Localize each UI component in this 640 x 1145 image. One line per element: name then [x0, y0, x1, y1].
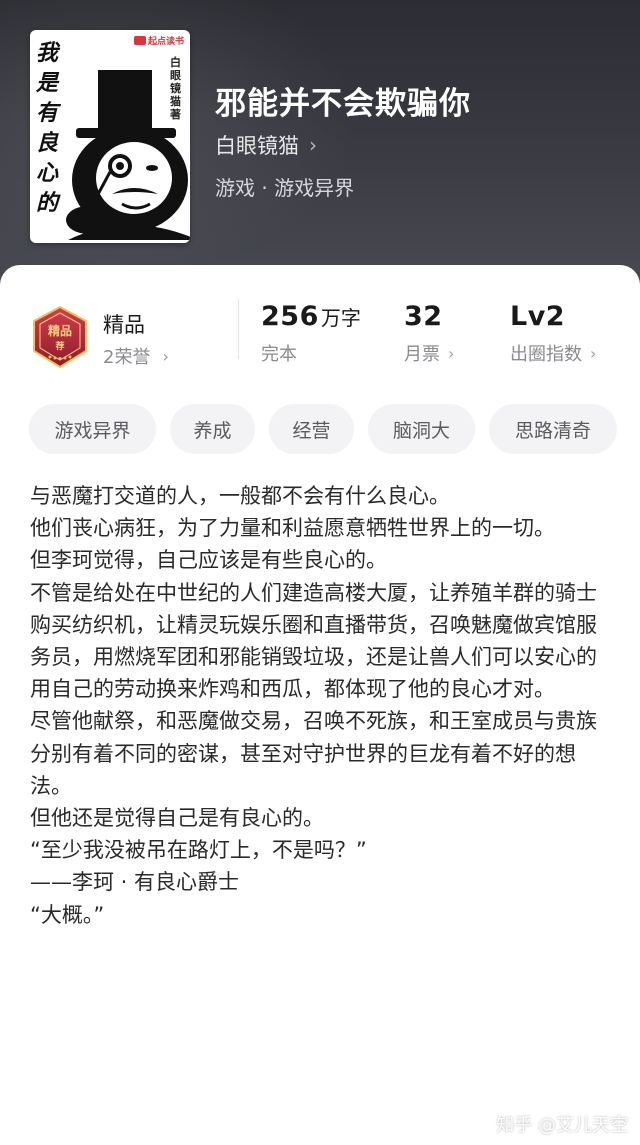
synopsis-paragraph: 不管是给处在中世纪的人们建造高楼大厦，让养殖羊群的骑士购买纺织机，让精灵玩娱乐圈…	[30, 580, 597, 702]
synopsis-paragraph: 与恶魔打交道的人，一般都不会有什么良心。	[30, 484, 450, 508]
tickets-label: 月票	[404, 344, 440, 365]
synopsis-paragraph: 但李珂觉得，自己应该是有些良心的。	[30, 548, 387, 573]
book-synopsis: 与恶魔打交道的人，一般都不会有什么良心。 他们丧心病狂，为了力量和利益愿意牺牲世…	[30, 480, 610, 931]
synopsis-paragraph: 但他还是觉得自己是有良心的。	[30, 806, 324, 831]
book-genre[interactable]: 游戏 · 游戏异界	[215, 172, 354, 201]
honors-link[interactable]: 2荣誉 ›	[103, 343, 169, 369]
svg-text:荐: 荐	[54, 340, 64, 352]
tier-label: 精品	[103, 313, 145, 337]
book-header: 起点读书 我 是 有 良 心 的 白眼镜猫著 邪能并不会欺骗你 白眼镜猫 › 游…	[0, 0, 640, 300]
chevron-right-icon: ›	[162, 346, 169, 366]
monthly-tickets-stat[interactable]: 32 月票 ›	[404, 301, 454, 366]
synopsis-paragraph: 他们丧心病狂，为了力量和利益愿意牺牲世界上的一切。	[30, 516, 555, 541]
synopsis-paragraph: “大概。”	[30, 902, 105, 927]
synopsis-paragraph: “至少我没被吊在路灯上，不是吗？”	[30, 838, 367, 863]
word-count-stat: 256 万字 完本	[261, 301, 361, 366]
level-label: 出圈指数	[510, 344, 582, 365]
word-count-unit: 万字	[320, 306, 361, 330]
zhihu-watermark: 知乎 @艾儿天空	[496, 1115, 628, 1136]
tag-chip[interactable]: 脑洞大	[368, 404, 475, 454]
svg-text:精品: 精品	[48, 323, 72, 338]
tag-list: 游戏异界 养成 经营 脑洞大 思路清奇	[29, 404, 617, 454]
tag-chip[interactable]: 游戏异界	[29, 404, 156, 454]
book-title: 邪能并不会欺骗你	[215, 86, 471, 122]
publisher-badge: 起点读书	[133, 34, 184, 47]
book-detail-sheet: 精品 荐 精品 2荣誉 › 256 万字 完本 32 月票 › Lv2 出圈指数 …	[0, 265, 640, 1145]
chevron-right-icon: ›	[590, 343, 597, 363]
synopsis-paragraph: ——李珂 · 有良心爵士	[30, 870, 240, 895]
chevron-right-icon: ›	[448, 343, 455, 363]
author-link[interactable]: 白眼镜猫 ›	[215, 130, 317, 160]
cover-character-icon	[66, 70, 190, 240]
word-count-value: 256	[261, 301, 319, 332]
book-cover[interactable]: 起点读书 我 是 有 良 心 的 白眼镜猫著	[30, 30, 190, 243]
premium-medal-icon: 精品 荐	[33, 305, 87, 369]
level-value: Lv2	[510, 301, 566, 332]
publisher-logo-icon	[133, 36, 146, 45]
completion-status: 完本	[261, 344, 297, 365]
stats-divider	[238, 299, 239, 359]
popularity-index-stat[interactable]: Lv2 出圈指数 ›	[510, 301, 596, 366]
tag-chip[interactable]: 养成	[170, 404, 255, 454]
tag-chip[interactable]: 思路清奇	[489, 404, 617, 454]
honors-count: 2荣誉	[103, 347, 151, 368]
synopsis-paragraph: 尽管他献祭，和恶魔做交易，召唤不死族，和王室成员与贵族分别有着不同的密谋，甚至对…	[30, 709, 597, 798]
author-name: 白眼镜猫	[215, 134, 299, 158]
tickets-value: 32	[404, 301, 443, 332]
tag-chip[interactable]: 经营	[269, 404, 354, 454]
chevron-right-icon: ›	[309, 133, 317, 157]
